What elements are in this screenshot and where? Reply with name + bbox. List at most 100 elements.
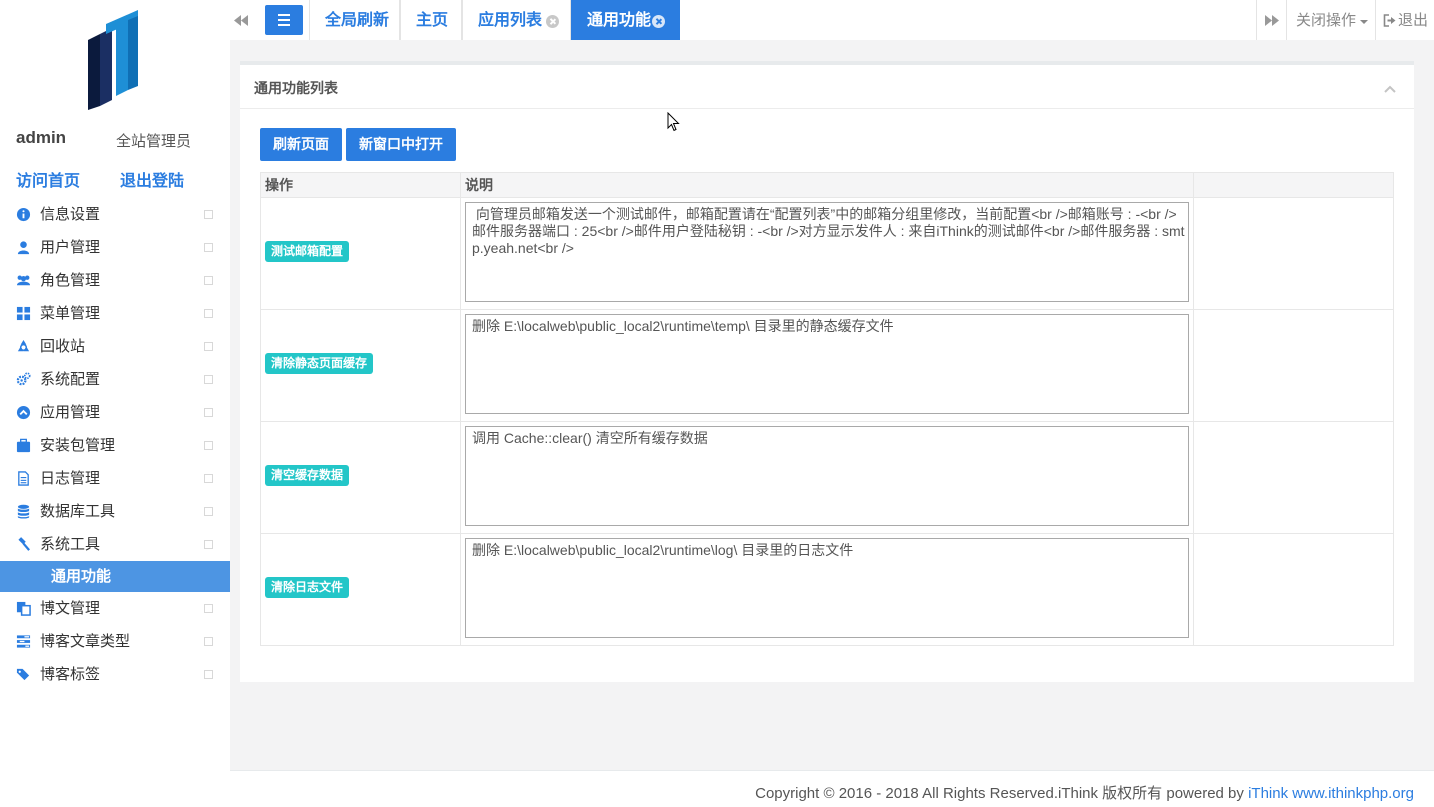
forward-icon <box>1265 15 1279 26</box>
sidebar-item-app-management[interactable]: 应用管理 <box>0 396 230 429</box>
close-icon[interactable] <box>652 15 665 28</box>
clear-cache-data-button[interactable]: 清空缓存数据 <box>265 465 350 486</box>
sidebar-item-log-management[interactable]: 日志管理 <box>0 462 230 495</box>
table-row: 清空缓存数据 调用 Cache::clear() 清空所有缓存数据 <box>261 422 1393 534</box>
sidebar-subitem-common-functions[interactable]: 通用功能 <box>0 561 230 592</box>
scroll-tabs-right-button[interactable] <box>1256 0 1286 40</box>
expand-icon <box>204 474 213 483</box>
visit-home-link[interactable]: 访问首页 <box>16 167 80 191</box>
tab-label: 应用列表 <box>478 12 543 29</box>
sidebar-item-database-tools[interactable]: 数据库工具 <box>0 495 230 528</box>
sidebar-item-label: 博客文章类型 <box>40 633 131 650</box>
column-header-action: 操作 <box>265 177 293 193</box>
sidebar-item-label: 角色管理 <box>40 272 101 289</box>
tags-icon <box>16 667 31 682</box>
backward-icon <box>234 15 248 26</box>
user-name: admin <box>16 128 67 147</box>
sidebar-item-label: 系统配置 <box>40 371 101 388</box>
description-textarea[interactable]: 向管理员邮箱发送一个测试邮件，邮箱配置请在“配置列表”中的邮箱分组里修改，当前配… <box>465 202 1189 302</box>
sidebar-item-system-tools[interactable]: 系统工具 <box>0 528 230 561</box>
clear-static-cache-button[interactable]: 清除静态页面缓存 <box>265 353 374 374</box>
logout-label: 退出 <box>1398 12 1429 29</box>
sidebar-item-label: 信息设置 <box>40 206 101 223</box>
expand-icon <box>204 276 213 285</box>
sidebar-item-label: 博客标签 <box>40 666 101 683</box>
tasks-icon <box>16 634 31 649</box>
close-icon[interactable] <box>546 15 559 28</box>
table-row: 测试邮箱配置 向管理员邮箱发送一个测试邮件，邮箱配置请在“配置列表”中的邮箱分组… <box>261 198 1393 310</box>
file-text-icon <box>16 471 31 486</box>
expand-icon <box>204 408 213 417</box>
description-textarea[interactable]: 调用 Cache::clear() 清空所有缓存数据 <box>465 426 1189 526</box>
sidebar-item-recycle-bin[interactable]: 回收站 <box>0 330 230 363</box>
logout-button[interactable]: 退出 <box>1375 0 1434 40</box>
expand-icon <box>204 342 213 351</box>
expand-icon <box>204 243 213 252</box>
sidebar-item-system-config[interactable]: 系统配置 <box>0 363 230 396</box>
expand-icon <box>204 210 213 219</box>
dropdown-label: 关闭操作 <box>1296 12 1357 29</box>
tab-common-functions[interactable]: 通用功能 <box>571 0 680 40</box>
footer-link[interactable]: iThink www.ithinkphp.org <box>1248 785 1414 802</box>
sidebar-item-user-management[interactable]: 用户管理 <box>0 231 230 264</box>
sidebar: admin 全站管理员 访问首页 退出登陆 信息设置 用户管理 角色管理 菜单管… <box>0 0 230 807</box>
expand-icon <box>204 441 213 450</box>
sidebar-item-menu-management[interactable]: 菜单管理 <box>0 297 230 330</box>
panel-title: 通用功能列表 <box>254 80 338 96</box>
sidebar-item-role-management[interactable]: 角色管理 <box>0 264 230 297</box>
tab-label: 主页 <box>416 12 449 29</box>
table-header: 操作 说明 <box>261 173 1393 198</box>
gears-icon <box>16 372 31 387</box>
recycle-icon <box>16 339 31 354</box>
briefcase-icon <box>16 438 31 453</box>
gavel-icon <box>16 537 31 552</box>
table-row: 清除日志文件 删除 E:\localweb\public_local2\runt… <box>261 534 1393 646</box>
chevron-up-icon[interactable] <box>1384 85 1396 93</box>
database-icon <box>16 504 31 519</box>
sidebar-item-label: 用户管理 <box>40 239 101 256</box>
tab-label: 通用功能 <box>587 12 652 29</box>
sidebar-item-blog-post-types[interactable]: 博客文章类型 <box>0 625 230 658</box>
sidebar-item-blog-posts[interactable]: 博文管理 <box>0 592 230 625</box>
sidebar-item-label: 系统工具 <box>40 536 101 553</box>
sidebar-item-label: 日志管理 <box>40 470 101 487</box>
open-new-window-button[interactable]: 新窗口中打开 <box>346 128 456 161</box>
expand-icon <box>204 670 213 679</box>
menu-toggle-button[interactable] <box>265 5 303 35</box>
footer: Copyright © 2016 - 2018 All Rights Reser… <box>230 770 1434 807</box>
tab-app-list[interactable]: 应用列表 <box>462 0 571 40</box>
description-textarea[interactable]: 删除 E:\localweb\public_local2\runtime\tem… <box>465 314 1189 414</box>
tab-label: 全局刷新 <box>325 12 390 29</box>
users-icon <box>16 273 31 288</box>
sidebar-item-label: 回收站 <box>40 338 86 355</box>
column-header-description: 说明 <box>465 177 493 193</box>
refresh-page-button[interactable]: 刷新页面 <box>260 128 342 161</box>
copyright-text: Copyright © 2016 - 2018 All Rights Reser… <box>755 785 1414 802</box>
sidebar-item-package-management[interactable]: 安装包管理 <box>0 429 230 462</box>
sidebar-item-label: 通用功能 <box>51 568 112 585</box>
expand-icon <box>204 507 213 516</box>
sidebar-item-label: 数据库工具 <box>40 503 116 520</box>
logo <box>86 10 140 110</box>
scroll-tabs-left-button[interactable] <box>230 0 252 40</box>
caret-down-icon <box>1360 20 1368 24</box>
logout-link[interactable]: 退出登陆 <box>120 167 184 191</box>
tab-global-refresh[interactable]: 全局刷新 <box>309 0 400 40</box>
files-icon <box>16 601 31 616</box>
function-table: 操作 说明 测试邮箱配置 向管理员邮箱发送一个测试邮件，邮箱配置请在“配置列表”… <box>260 172 1394 646</box>
close-operations-dropdown[interactable]: 关闭操作 <box>1286 0 1375 40</box>
expand-icon <box>204 604 213 613</box>
test-email-button[interactable]: 测试邮箱配置 <box>265 241 350 262</box>
sidebar-item-blog-tags[interactable]: 博客标签 <box>0 658 230 691</box>
expand-icon <box>204 540 213 549</box>
sidebar-item-label: 菜单管理 <box>40 305 101 322</box>
clear-log-files-button[interactable]: 清除日志文件 <box>265 577 350 598</box>
expand-icon <box>204 309 213 318</box>
sidebar-item-info-settings[interactable]: 信息设置 <box>0 198 230 231</box>
expand-icon <box>204 637 213 646</box>
grid-icon <box>16 306 31 321</box>
mouse-cursor-icon <box>667 112 680 132</box>
tab-home[interactable]: 主页 <box>400 0 462 40</box>
description-textarea[interactable]: 删除 E:\localweb\public_local2\runtime\log… <box>465 538 1189 638</box>
table-row: 清除静态页面缓存 删除 E:\localweb\public_local2\ru… <box>261 310 1393 422</box>
